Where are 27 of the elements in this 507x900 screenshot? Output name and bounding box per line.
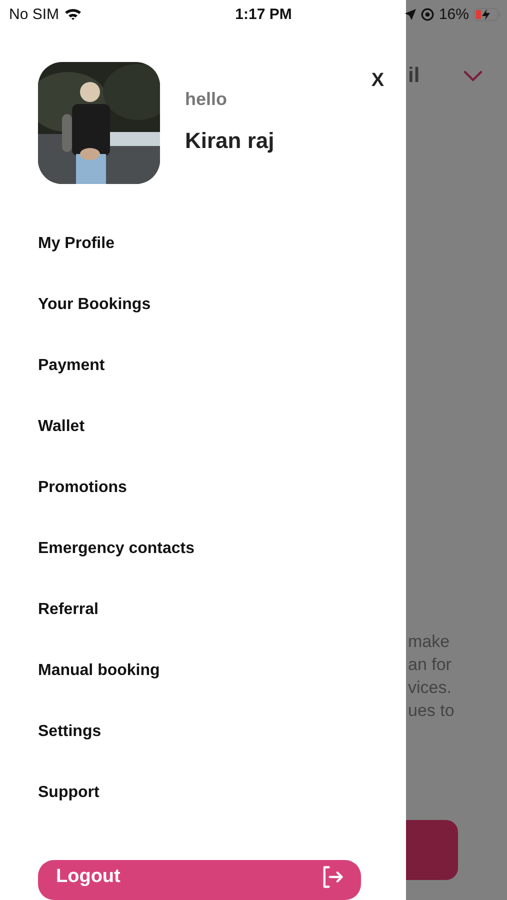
background-text: an for (408, 654, 452, 676)
menu-item[interactable]: Manual booking (38, 661, 160, 722)
background-text: ues to (408, 700, 456, 722)
wifi-icon (64, 7, 82, 21)
battery-percent: 16% (438, 6, 469, 22)
logout-button[interactable]: Logout (38, 860, 361, 900)
background-title: il (408, 64, 420, 88)
background-text: vices. (408, 677, 452, 699)
background-text: make (408, 631, 451, 653)
menu-item[interactable]: My Profile (38, 234, 114, 295)
menu-item[interactable]: Referral (38, 600, 98, 661)
rotation-lock-icon (420, 8, 434, 20)
menu-item[interactable]: Support (38, 783, 100, 844)
battery-charging-icon (474, 8, 501, 20)
location-arrow-icon (404, 8, 416, 20)
clock-text: 1:17 PM (235, 6, 292, 22)
menu-item[interactable]: Promotions (38, 478, 127, 539)
chevron-down-icon (463, 70, 483, 82)
greeting-text: hello (185, 89, 228, 110)
menu-item[interactable]: Wallet (38, 417, 85, 478)
user-name: Kiran raj (185, 128, 276, 154)
menu-item[interactable]: Your Bookings (38, 295, 151, 356)
menu-item[interactable]: Emergency contacts (38, 539, 195, 600)
menu-item[interactable]: Payment (38, 356, 105, 417)
close-button[interactable]: X (371, 70, 384, 92)
carrier-text: No SIM (9, 6, 60, 22)
menu-item[interactable]: Settings (38, 722, 102, 783)
